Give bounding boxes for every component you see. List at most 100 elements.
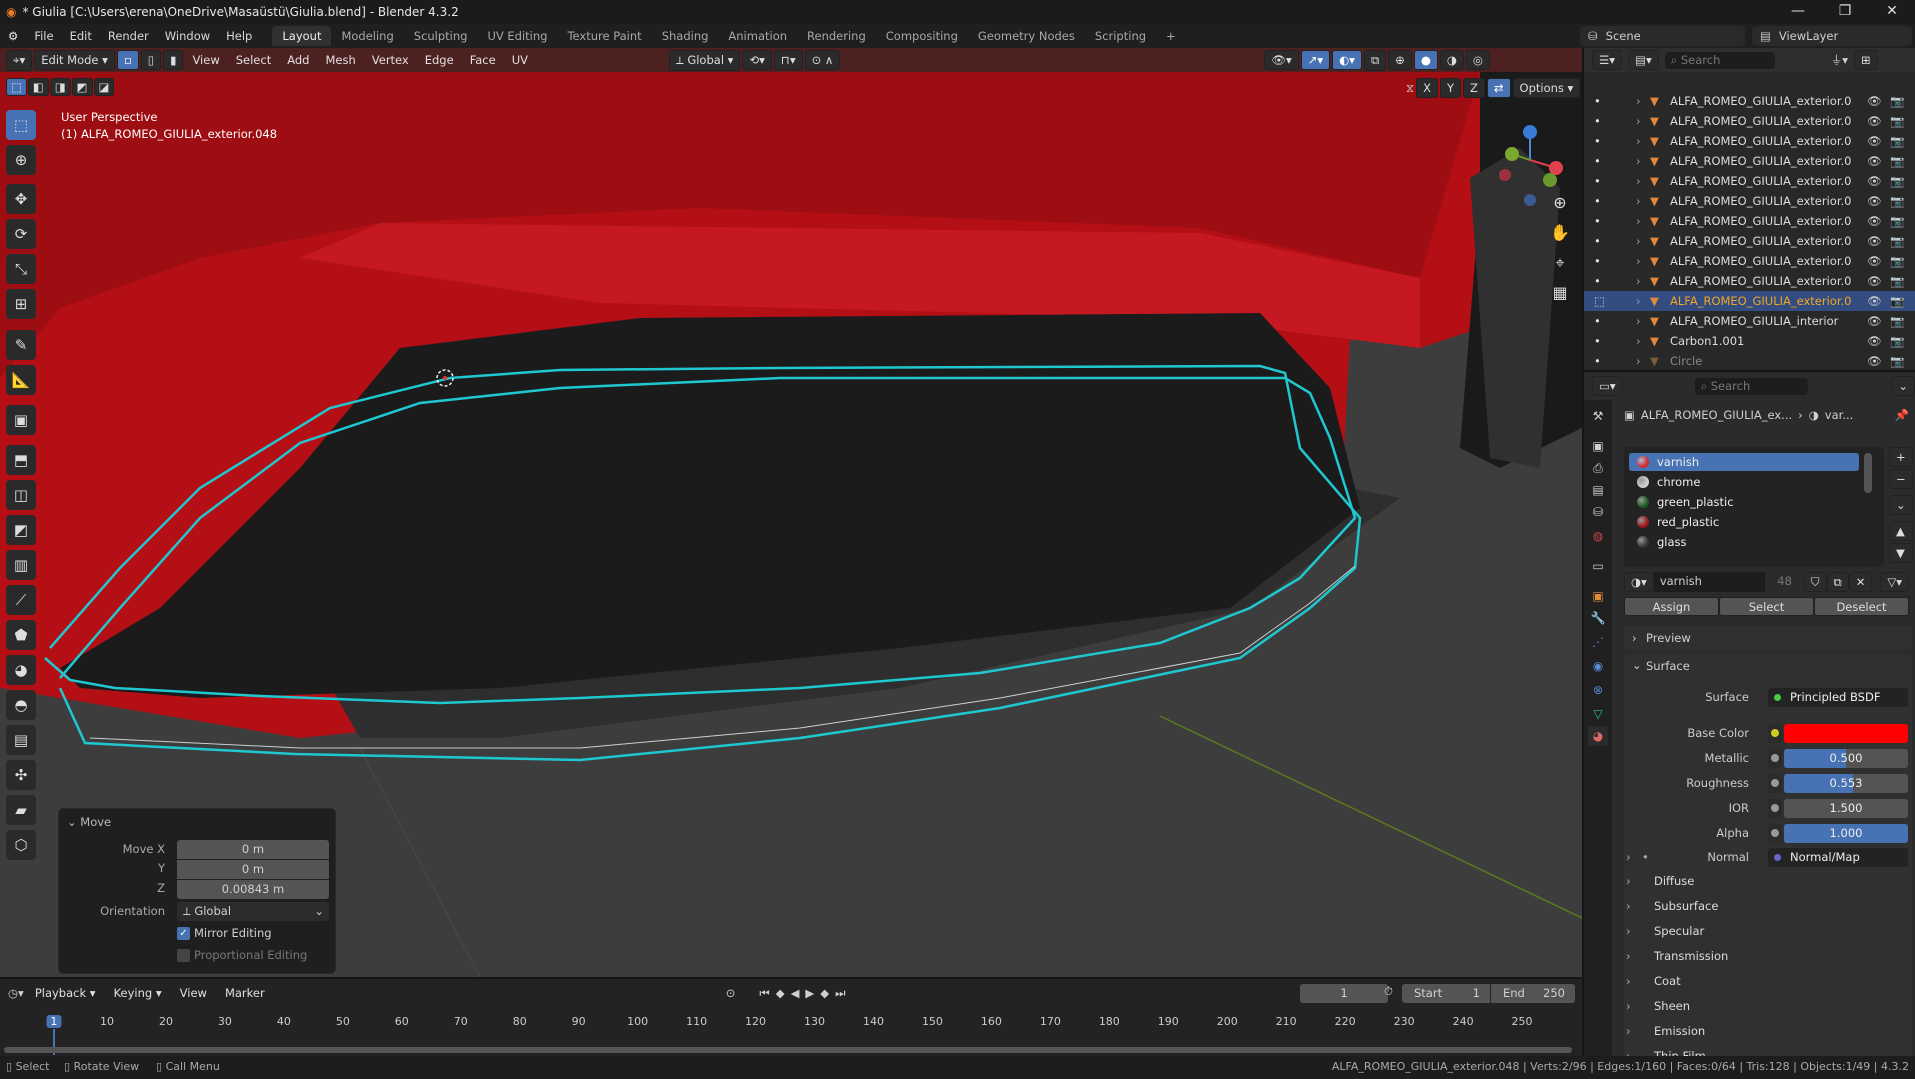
expand-chevron-icon[interactable]: › [1636,334,1641,348]
visibility-eye-icon[interactable]: 👁 [1867,114,1882,128]
tab-animation[interactable]: Animation [718,26,797,46]
subpanel-header[interactable]: › Emission [1612,1021,1915,1043]
mirror-y-button[interactable]: Y [1439,78,1461,98]
add-cube-tool[interactable]: ▣ [6,405,36,435]
select-invert-icon[interactable]: ◩ [71,78,93,96]
jump-start-icon[interactable]: ⏮ [759,986,775,1000]
tab-texture-paint[interactable]: Texture Paint [557,26,651,46]
visibility-eye-icon[interactable]: 👁 [1867,154,1882,168]
expand-chevron-icon[interactable]: › [1636,234,1641,248]
outliner-item[interactable]: • › ▼ Circle 👁 📷 [1584,351,1915,371]
mode-dot-icon[interactable]: • [1594,114,1601,128]
menu-file[interactable]: File [26,29,61,43]
subpanel-header[interactable]: › Diffuse [1612,871,1915,893]
outliner-item-name[interactable]: ALFA_ROMEO_GIULIA_exterior.0 [1670,94,1851,108]
render-camera-icon[interactable]: 📷 [1890,294,1904,308]
material-slot[interactable]: red_plastic [1629,513,1859,531]
pivot-point-button[interactable]: ⟲▾ [742,50,772,70]
spin-tool[interactable]: ◕ [6,655,36,685]
mode-selector[interactable]: Edit Mode ▾ [34,50,115,70]
shading-rendered-button[interactable]: ◎ [1465,50,1490,70]
subpanel-header[interactable]: › Transmission [1612,946,1915,968]
outliner-item[interactable]: • › ▼ ALFA_ROMEO_GIULIA_exterior.0 👁 📷 [1584,191,1915,211]
expand-chevron-icon[interactable]: › [1626,899,1631,913]
world-tab-icon[interactable]: ◍ [1588,526,1608,546]
move-y-field[interactable]: 0 m [177,860,329,879]
menu-view[interactable]: View [185,53,226,67]
menu-window[interactable]: Window [157,29,218,43]
visibility-eye-icon[interactable]: 👁 [1867,94,1882,108]
visibility-eye-icon[interactable]: 👁 [1867,214,1882,228]
outliner-item-name[interactable]: ALFA_ROMEO_GIULIA_exterior.0 [1670,114,1851,128]
material-slot[interactable]: green_plastic [1629,493,1859,511]
ortho-grid-icon[interactable]: ▦ [1548,278,1572,308]
visibility-eye-icon[interactable]: 👁 [1867,194,1882,208]
expand-chevron-icon[interactable]: › [1636,254,1641,268]
rotate-tool[interactable]: ⟳ [6,219,36,249]
expand-normal-icon[interactable]: › [1626,850,1631,864]
edit-mode-icon[interactable]: ⬚ [1594,294,1605,308]
modifier-tab-icon[interactable]: 🔧 [1588,608,1608,628]
orientation-dropdown[interactable]: ⟂ Global ⌄ [177,902,329,921]
mode-dot-icon[interactable]: • [1594,274,1601,288]
view-layer-tab-icon[interactable]: ▤ [1588,480,1608,500]
mode-dot-icon[interactable]: • [1594,354,1601,368]
list-scrollbar[interactable] [1864,453,1872,493]
outliner-item-name[interactable]: ALFA_ROMEO_GIULIA_exterior.0 [1670,174,1851,188]
extrude-tool[interactable]: ⬒ [6,445,36,475]
outliner-item-name[interactable]: ALFA_ROMEO_GIULIA_exterior.0 [1670,274,1851,288]
expand-chevron-icon[interactable]: › [1636,274,1641,288]
menu-face[interactable]: Face [463,53,503,67]
tab-layout[interactable]: Layout [272,26,332,46]
mode-dot-icon[interactable]: • [1594,194,1601,208]
preview-panel-header[interactable]: › Preview [1624,626,1912,650]
material-name-field[interactable]: varnish [1653,572,1766,592]
mode-dot-icon[interactable]: • [1594,314,1601,328]
editor-type-icon[interactable]: ▭▾ [1592,376,1623,396]
expand-chevron-icon[interactable]: › [1626,974,1631,988]
expand-chevron-icon[interactable]: › [1636,214,1641,228]
material-slot[interactable]: chrome [1629,473,1859,491]
material-slot[interactable]: glass [1629,533,1859,551]
measure-tool[interactable]: 📐 [6,365,36,395]
input-socket-icon[interactable] [1768,723,1782,743]
mode-dot-icon[interactable]: • [1594,254,1601,268]
xray-button[interactable]: ⧉ [1363,49,1387,71]
expand-chevron-icon[interactable]: › [1626,924,1631,938]
menu-vertex[interactable]: Vertex [365,53,416,67]
render-camera-icon[interactable]: 📷 [1890,154,1904,168]
rip-tool[interactable]: ⬡ [6,830,36,860]
expand-chevron-icon[interactable]: › [1626,999,1631,1013]
visibility-eye-icon[interactable]: 👁 [1867,134,1882,148]
visibility-eye-icon[interactable]: 👁 [1867,314,1882,328]
jump-end-icon[interactable]: ⏭ [835,986,851,1000]
display-mode-icon[interactable]: ☰▾ [1592,50,1623,70]
shading-material-button[interactable]: ◑ [1439,50,1464,70]
end-frame-field[interactable]: End 250 [1491,984,1575,1003]
base-color-swatch[interactable] [1784,723,1908,743]
editor-type-icon[interactable]: ◷▾ [8,986,24,1000]
visibility-eye-icon[interactable]: 👁 [1867,274,1882,288]
input-socket-icon[interactable] [1768,773,1782,793]
subpanel-header[interactable]: › Subsurface [1612,896,1915,918]
shader-input-field[interactable]: 0.553 [1784,773,1908,793]
outliner-item[interactable]: • › ▼ ALFA_ROMEO_GIULIA_exterior.0 👁 📷 [1584,111,1915,131]
visibility-eye-icon[interactable]: 👁 [1867,234,1882,248]
options-chevron-icon[interactable]: ⌄ [1891,376,1915,396]
duplicate-material-icon[interactable]: ⧉ [1826,572,1849,592]
menu-help[interactable]: Help [218,29,260,43]
outliner-item-name[interactable]: ALFA_ROMEO_GIULIA_exterior.0 [1670,154,1851,168]
render-camera-icon[interactable]: 📷 [1890,234,1904,248]
outliner-item-name[interactable]: ALFA_ROMEO_GIULIA_exterior.0 [1670,134,1851,148]
poly-build-tool[interactable]: ⬟ [6,620,36,650]
face-select-button[interactable]: ▮ [163,50,184,70]
expand-chevron-icon[interactable]: › [1636,354,1641,368]
surface-panel-header[interactable]: ⌄ Surface [1624,654,1912,678]
tab-compositing[interactable]: Compositing [876,26,968,46]
view-layer-selector[interactable]: ▤ ViewLayer [1752,26,1912,46]
pin-icon[interactable]: 📌 [1895,408,1909,422]
move-slot-up-button[interactable]: ▲ [1889,521,1913,541]
expand-chevron-icon[interactable]: › [1636,94,1641,108]
outliner-item-name[interactable]: ALFA_ROMEO_GIULIA_exterior.0 [1670,214,1851,228]
outliner-item-name[interactable]: ALFA_ROMEO_GIULIA_exterior.0 [1670,294,1851,308]
